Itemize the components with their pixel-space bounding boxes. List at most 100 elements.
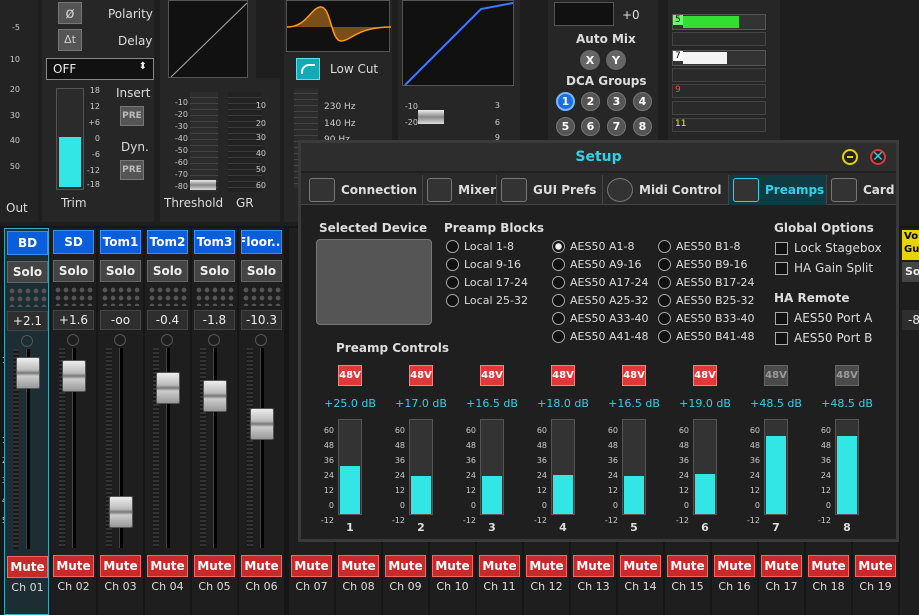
mute-button[interactable]: Mute <box>338 555 379 577</box>
send-7[interactable]: 7 <box>672 50 766 66</box>
solo-button[interactable]: Solo <box>194 260 235 282</box>
preamp-block-radio[interactable]: AES50 A33-40 <box>552 312 648 325</box>
preamp-block-radio[interactable]: Local 9-16 <box>446 258 521 271</box>
preamp-gain-fader[interactable] <box>622 419 646 515</box>
channel-name[interactable]: Tom2 <box>147 230 188 254</box>
select-indicator[interactable] <box>21 335 33 347</box>
mute-button[interactable]: Mute <box>432 555 473 577</box>
mute-button[interactable]: Mute <box>291 555 332 577</box>
gate-graph[interactable] <box>402 0 514 86</box>
dyn-pre-button[interactable]: PRE <box>120 160 144 180</box>
preamp-gain-fader[interactable] <box>693 419 717 515</box>
routing-dots[interactable] <box>54 286 94 306</box>
dialog-titlebar[interactable]: Setup ✕ <box>301 143 896 171</box>
fader-value[interactable]: +2.1 <box>7 311 48 331</box>
selected-device-box[interactable] <box>316 239 432 325</box>
mute-button[interactable]: Mute <box>526 555 567 577</box>
preamp-gain-fader[interactable] <box>409 419 433 515</box>
select-indicator[interactable] <box>255 334 267 346</box>
preamp-block-radio[interactable]: AES50 B33-40 <box>658 312 754 325</box>
solo-button[interactable]: Solo <box>7 261 48 283</box>
preamp-block-radio[interactable]: AES50 A9-16 <box>552 258 641 271</box>
channel-name[interactable]: Floor... <box>241 230 282 254</box>
preamp-block-radio[interactable]: AES50 A41-48 <box>552 330 648 343</box>
gate-fader-cap[interactable] <box>418 110 444 124</box>
phantom-48v-button[interactable]: 48V <box>693 365 717 386</box>
phantom-48v-button[interactable]: 48V <box>338 365 362 386</box>
fader-cap[interactable] <box>156 372 180 404</box>
fader-track[interactable] <box>213 348 217 548</box>
right-strip-gain[interactable]: -8 <box>902 310 919 330</box>
mute-button[interactable]: Mute <box>385 555 426 577</box>
ha-gain-split-checkbox[interactable]: HA Gain Split <box>775 261 873 275</box>
preamp-block-radio[interactable]: AES50 B41-48 <box>658 330 754 343</box>
fader-cap[interactable] <box>203 380 227 412</box>
routing-dots[interactable] <box>8 287 48 307</box>
send-6[interactable] <box>672 32 766 46</box>
send-8[interactable] <box>672 68 766 82</box>
automix-weight-box[interactable] <box>554 2 614 26</box>
automix-x-button[interactable]: X <box>580 50 600 70</box>
preamp-gain-fader[interactable] <box>835 419 859 515</box>
channel-name[interactable]: Tom1 <box>100 230 141 254</box>
preamp-gain-fader[interactable] <box>338 419 362 515</box>
mute-button[interactable]: Mute <box>100 555 141 577</box>
fader-value[interactable]: +1.6 <box>53 310 94 330</box>
phantom-48v-button[interactable]: 48V <box>622 365 646 386</box>
tab-connection[interactable]: Connection <box>305 175 423 205</box>
right-strip-solo[interactable]: Solo <box>902 262 919 282</box>
fader-value[interactable]: -0.4 <box>147 310 188 330</box>
preamp-block-radio[interactable]: AES50 A17-24 <box>552 276 648 289</box>
tab-preamps[interactable]: Preamps <box>729 175 827 205</box>
send-9[interactable]: 9 <box>672 84 766 98</box>
preamp-gain-fader[interactable] <box>551 419 575 515</box>
threshold-cap[interactable] <box>190 180 216 190</box>
mute-button[interactable]: Mute <box>808 555 849 577</box>
preamp-gain-fader[interactable] <box>480 419 504 515</box>
right-strip-name[interactable]: Vo Gu <box>902 230 919 260</box>
eq-graph[interactable] <box>286 0 392 52</box>
select-indicator[interactable] <box>114 334 126 346</box>
fader-value[interactable]: -oo <box>100 310 141 330</box>
fader-cap[interactable] <box>62 360 86 392</box>
preamp-block-radio[interactable]: AES50 B1-8 <box>658 240 740 253</box>
delay-mode-select[interactable]: OFF ⬍ <box>46 58 154 80</box>
mute-button[interactable]: Mute <box>241 555 282 577</box>
solo-button[interactable]: Solo <box>147 260 188 282</box>
preamp-block-radio[interactable]: AES50 A1-8 <box>552 240 634 253</box>
mute-button[interactable]: Mute <box>761 555 802 577</box>
lowcut-button[interactable] <box>296 58 320 80</box>
compressor-graph[interactable] <box>168 0 248 78</box>
phantom-48v-button[interactable]: 48V <box>551 365 575 386</box>
mute-button[interactable]: Mute <box>194 555 235 577</box>
select-indicator[interactable] <box>161 334 173 346</box>
dca-button-5[interactable]: 5 <box>556 117 575 136</box>
close-button[interactable]: ✕ <box>870 149 886 165</box>
preamp-gain-fader[interactable] <box>764 419 788 515</box>
mute-button[interactable]: Mute <box>855 555 896 577</box>
tab-mixer[interactable]: Mixer <box>423 175 497 205</box>
mute-button[interactable]: Mute <box>147 555 188 577</box>
lock-stagebox-checkbox[interactable]: Lock Stagebox <box>775 241 882 255</box>
channel-name[interactable]: Tom3 <box>194 230 235 254</box>
dca-button-2[interactable]: 2 <box>581 92 600 111</box>
aes50-port-a-checkbox[interactable]: AES50 Port A <box>775 311 872 325</box>
mute-button[interactable]: Mute <box>667 555 708 577</box>
send-11[interactable]: 11 <box>672 118 766 132</box>
mute-button[interactable]: Mute <box>573 555 614 577</box>
preamp-block-radio[interactable]: AES50 B9-16 <box>658 258 747 271</box>
select-indicator[interactable] <box>67 334 79 346</box>
solo-button[interactable]: Solo <box>100 260 141 282</box>
mute-button[interactable]: Mute <box>479 555 520 577</box>
phantom-48v-button[interactable]: 48V <box>764 365 788 386</box>
solo-button[interactable]: Solo <box>53 260 94 282</box>
preamp-block-radio[interactable]: Local 25-32 <box>446 294 528 307</box>
polarity-button[interactable]: ø <box>58 2 82 24</box>
tab-midi-control[interactable]: Midi Control <box>603 175 729 205</box>
send-5[interactable]: 5 <box>672 14 766 30</box>
dca-button-6[interactable]: 6 <box>581 117 600 136</box>
routing-dots[interactable] <box>101 286 141 306</box>
channel-name[interactable]: BD <box>7 231 48 255</box>
fader-track[interactable] <box>260 348 264 548</box>
preamp-block-radio[interactable]: AES50 B17-24 <box>658 276 754 289</box>
